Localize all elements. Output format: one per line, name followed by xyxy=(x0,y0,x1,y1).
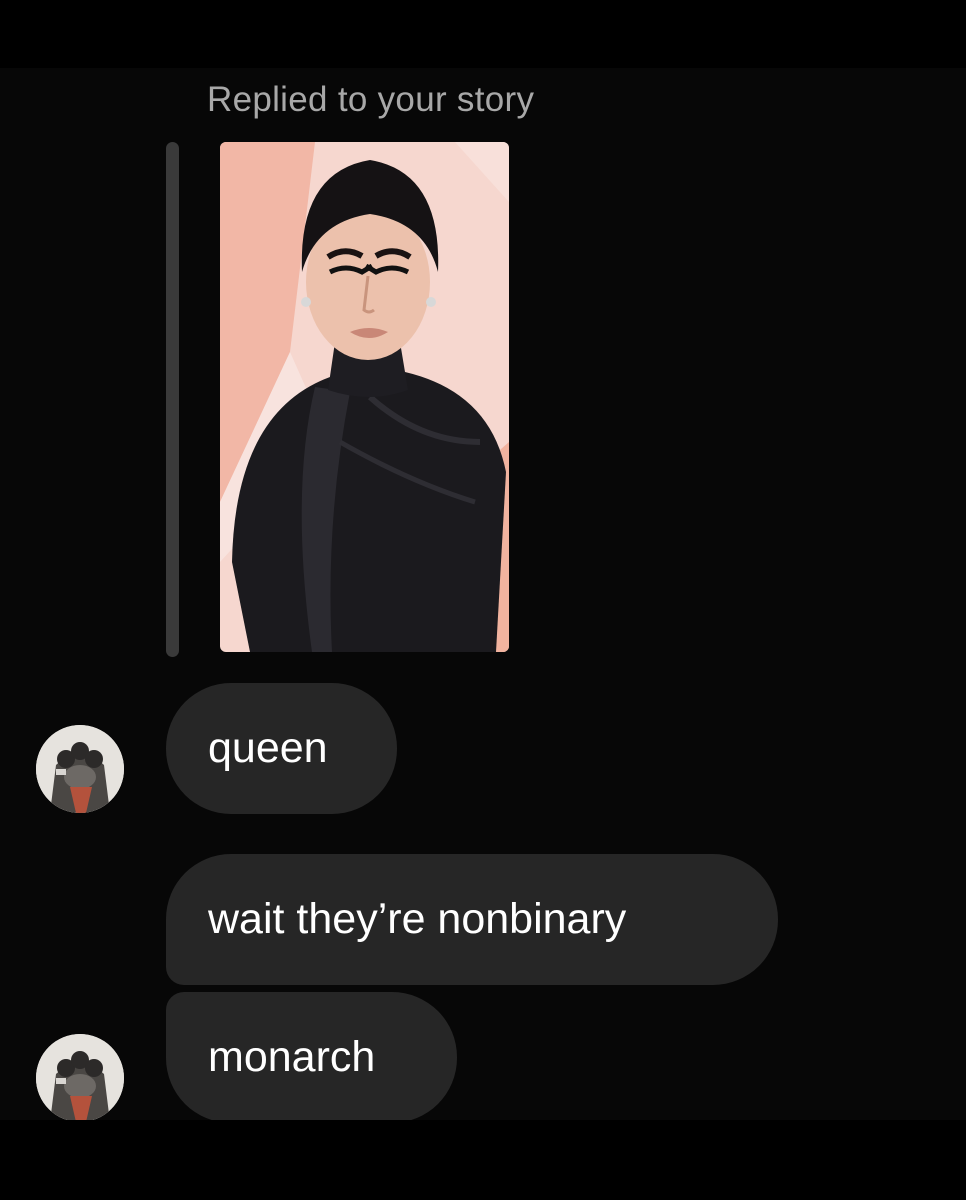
story-thumbnail[interactable] xyxy=(220,142,509,652)
message-bubble[interactable]: wait they’re nonbinary xyxy=(166,854,778,985)
top-black-frame xyxy=(0,0,966,68)
sender-avatar[interactable] xyxy=(36,725,124,813)
message-bubble[interactable]: queen xyxy=(166,683,397,814)
reply-quote-bar xyxy=(166,142,179,657)
sender-avatar[interactable] xyxy=(36,1034,124,1122)
story-reply-label: Replied to your story xyxy=(207,80,535,119)
bottom-black-frame xyxy=(0,1120,966,1200)
message-text: wait they’re nonbinary xyxy=(208,895,627,943)
message-text: monarch xyxy=(208,1033,376,1081)
message-text: queen xyxy=(208,724,328,772)
message-bubble[interactable]: monarch xyxy=(166,992,457,1123)
